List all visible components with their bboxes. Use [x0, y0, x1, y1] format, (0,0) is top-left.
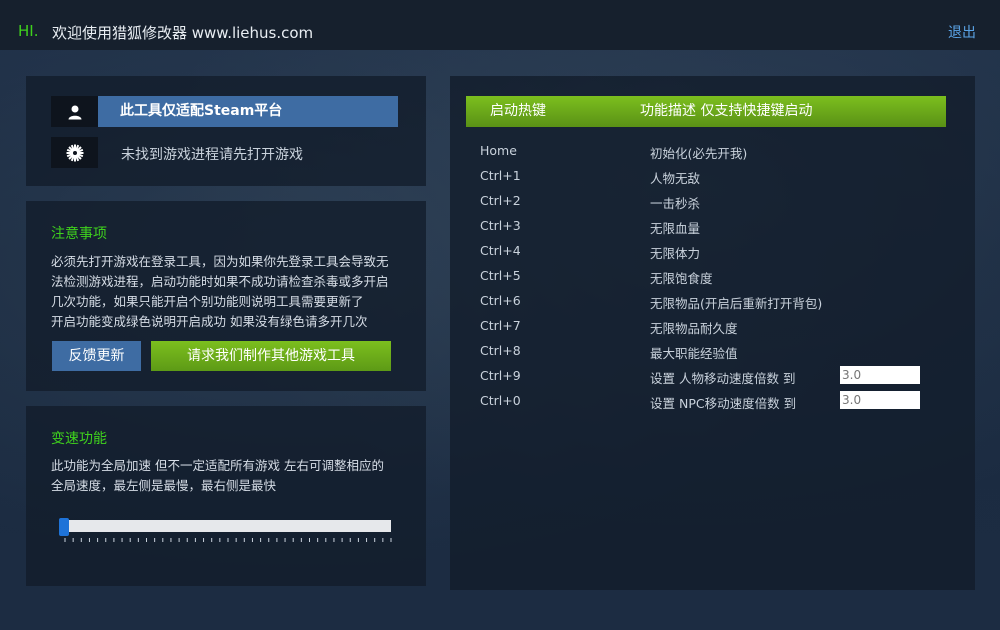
hotkeys-header: 启动热键 功能描述 仅支持快捷键启动 — [466, 96, 946, 127]
speed-line: 此功能为全局加速 但不一定适配所有游戏 左右可调整相应的 — [51, 458, 384, 473]
speed-slider-track[interactable] — [66, 520, 391, 532]
process-status: 未找到游戏进程请先打开游戏 — [121, 147, 303, 163]
notice-line: 开启功能变成绿色说明开启成功 如果没有绿色请多开几次 — [51, 314, 368, 329]
hotkey-row: Home 初始化(必先开我) — [480, 143, 950, 163]
info-panel: 此工具仅适配Steam平台 未找到游戏进程请先打开游戏 — [26, 76, 426, 186]
hotkeys-panel: 启动热键 功能描述 仅支持快捷键启动 Home 初始化(必先开我) Ctrl+1 人物… — [450, 76, 975, 590]
hotkey-description: 无限物品耐久度 — [650, 321, 738, 336]
notice-line: 几次功能，如果只能开启个别功能则说明工具需要更新了 — [51, 294, 364, 309]
notice-line: 必须先打开游戏在登录工具，因为如果你先登录工具会导致无 — [51, 254, 389, 269]
user-icon-box — [51, 96, 98, 127]
speed-title: 变速功能 — [51, 431, 107, 447]
app-title: 欢迎使用猎狐修改器 www.liehus.com — [52, 24, 314, 42]
hotkey-row: Ctrl+3 无限血量 — [480, 218, 950, 238]
request-tool-button[interactable]: 请求我们制作其他游戏工具 — [151, 341, 391, 371]
speed-panel: 变速功能 此功能为全局加速 但不一定适配所有游戏 左右可调整相应的 全局速度，最… — [26, 406, 426, 586]
hotkey-column-header: 启动热键 — [490, 103, 546, 119]
gear-icon-box — [51, 137, 98, 168]
speed-line: 全局速度，最左侧是最慢，最右侧是最快 — [51, 478, 277, 493]
hotkey-description: 人物无敌 — [650, 171, 701, 186]
hotkey-key: Home — [480, 143, 517, 158]
hotkey-row: Ctrl+8 最大职能经验值 — [480, 343, 950, 363]
description-column-header: 功能描述 仅支持快捷键启动 — [640, 103, 813, 119]
notice-text: 必须先打开游戏在登录工具，因为如果你先登录工具会导致无 法检测游戏进程，启动功能… — [51, 252, 407, 332]
hotkey-row: Ctrl+0 设置 NPC移动速度倍数 到 — [480, 391, 950, 413]
hotkey-row: Ctrl+9 设置 人物移动速度倍数 到 — [480, 366, 950, 388]
logout-link[interactable]: 退出 — [948, 22, 976, 42]
hotkey-row: Ctrl+7 无限物品耐久度 — [480, 318, 950, 338]
greeting-label: HI. — [18, 22, 39, 40]
speed-multiplier-input[interactable] — [840, 391, 920, 409]
hotkey-description: 一击秒杀 — [650, 196, 701, 211]
notice-line: 法检测游戏进程，启动功能时如果不成功请检查杀毒或多开启 — [51, 274, 389, 289]
notice-title: 注意事项 — [51, 226, 107, 242]
hotkey-key: Ctrl+5 — [480, 268, 521, 283]
hotkey-description: 无限血量 — [650, 221, 701, 236]
hotkey-key: Ctrl+3 — [480, 218, 521, 233]
hotkey-row: Ctrl+5 无限饱食度 — [480, 268, 950, 288]
title-bar: HI. 欢迎使用猎狐修改器 www.liehus.com 退出 — [0, 0, 1000, 50]
hotkey-key: Ctrl+7 — [480, 318, 521, 333]
speed-text: 此功能为全局加速 但不一定适配所有游戏 左右可调整相应的 全局速度，最左侧是最慢… — [51, 456, 411, 496]
hotkey-key: Ctrl+9 — [480, 368, 521, 383]
feedback-button[interactable]: 反馈更新 — [52, 341, 141, 371]
hotkey-key: Ctrl+4 — [480, 243, 521, 258]
hotkey-description: 无限饱食度 — [650, 271, 713, 286]
platform-notice: 此工具仅适配Steam平台 — [98, 96, 398, 127]
speed-slider-thumb[interactable] — [59, 518, 69, 536]
hotkey-key: Ctrl+1 — [480, 168, 521, 183]
hotkey-key: Ctrl+8 — [480, 343, 521, 358]
speed-multiplier-input[interactable] — [840, 366, 920, 384]
slider-ticks — [64, 538, 392, 542]
gear-icon — [66, 144, 83, 161]
hotkey-row: Ctrl+2 一击秒杀 — [480, 193, 950, 213]
user-icon — [68, 105, 81, 119]
hotkey-key: Ctrl+0 — [480, 393, 521, 408]
hotkey-description: 初始化(必先开我) — [650, 146, 748, 161]
hotkey-key: Ctrl+2 — [480, 193, 521, 208]
notice-panel: 注意事项 必须先打开游戏在登录工具，因为如果你先登录工具会导致无 法检测游戏进程… — [26, 201, 426, 391]
hotkey-description: 无限物品(开启后重新打开背包) — [650, 296, 823, 311]
hotkey-description: 无限体力 — [650, 246, 701, 261]
hotkey-description: 设置 NPC移动速度倍数 到 — [650, 396, 797, 411]
hotkey-key: Ctrl+6 — [480, 293, 521, 308]
hotkey-row: Ctrl+1 人物无敌 — [480, 168, 950, 188]
hotkey-row: Ctrl+4 无限体力 — [480, 243, 950, 263]
hotkey-description: 设置 人物移动速度倍数 到 — [650, 371, 796, 386]
hotkey-row: Ctrl+6 无限物品(开启后重新打开背包) — [480, 293, 950, 313]
hotkey-description: 最大职能经验值 — [650, 346, 738, 361]
